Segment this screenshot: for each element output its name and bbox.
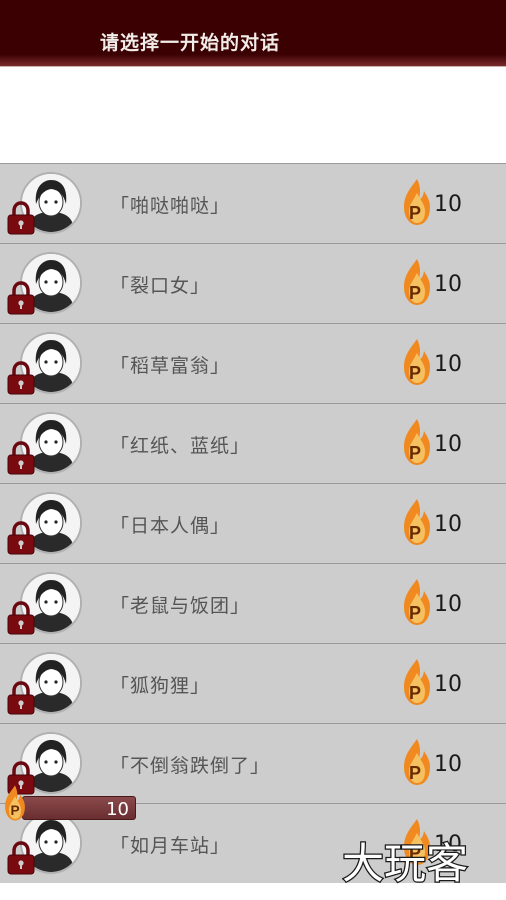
cost-value: 10 [434, 432, 462, 457]
cost-value: 10 [434, 272, 462, 297]
lock-icon [7, 361, 35, 395]
conversation-row[interactable]: 「裂口女」 P 10 [0, 243, 506, 323]
cost-value: 10 [434, 672, 462, 697]
lock-icon [7, 601, 35, 635]
points-balance: 10 P [0, 785, 136, 821]
conversation-title: 「不倒翁跌倒了」 [110, 755, 271, 777]
points-symbol: P [409, 443, 421, 463]
points-symbol: P [409, 363, 421, 383]
points-flame-icon: P [404, 739, 430, 785]
points-flame-icon: P [404, 499, 430, 545]
conversation-row[interactable]: 「老鼠与饭团」 P 10 [0, 563, 506, 643]
points-flame-icon: P [404, 419, 430, 465]
points-balance-bar: 10 [22, 796, 136, 820]
conversation-title: 「狐狗狸」 [110, 675, 211, 697]
watermark-logo: 大玩客 [342, 838, 469, 890]
conversation-row[interactable]: 「不倒翁跌倒了」 P 10 [0, 723, 506, 803]
conversation-title: 「老鼠与饭团」 [110, 595, 251, 617]
unlock-cost: P 10 [400, 657, 500, 707]
conversation-row[interactable]: 「啪哒啪哒」 P 10 [0, 163, 506, 243]
points-flame-icon: P [404, 259, 430, 305]
unlock-cost: P 10 [400, 257, 500, 307]
points-symbol: P [409, 283, 421, 303]
lock-icon [7, 521, 35, 555]
watermark-text: 大玩客 [342, 839, 468, 888]
cost-value: 10 [434, 592, 462, 617]
points-symbol: P [409, 523, 421, 543]
page-title: 请选择一开始的对话 [100, 32, 281, 54]
points-symbol: P [409, 683, 421, 703]
conversation-title: 「日本人偶」 [110, 515, 231, 537]
points-symbol: P [10, 803, 19, 818]
unlock-cost: P 10 [400, 737, 500, 787]
unlock-cost: P 10 [400, 417, 500, 467]
conversation-title: 「红纸、蓝纸」 [110, 435, 251, 457]
conversation-row[interactable]: 「红纸、蓝纸」 P 10 [0, 403, 506, 483]
points-symbol: P [409, 763, 421, 783]
conversation-title: 「啪哒啪哒」 [110, 195, 231, 217]
lock-icon [7, 841, 35, 875]
unlock-cost: P 10 [400, 177, 500, 227]
points-symbol: P [409, 203, 421, 223]
unlock-cost: P 10 [400, 577, 500, 627]
conversation-title: 「如月车站」 [110, 835, 231, 857]
points-balance-value: 10 [106, 799, 129, 820]
cost-value: 10 [434, 752, 462, 777]
conversation-row[interactable]: 「日本人偶」 P 10 [0, 483, 506, 563]
points-flame-icon: P [5, 785, 25, 821]
lock-icon [7, 201, 35, 235]
unlock-cost: P 10 [400, 497, 500, 547]
points-flame-icon: P [404, 179, 430, 225]
lock-icon [7, 681, 35, 715]
points-flame-icon: P [404, 659, 430, 705]
cost-value: 10 [434, 192, 462, 217]
conversation-title: 「稻草富翁」 [110, 355, 231, 377]
unlock-cost: P 10 [400, 337, 500, 387]
points-flame-icon: P [404, 579, 430, 625]
conversation-list: 「啪哒啪哒」 P 10 「裂口女」 P 10 「稻草富翁」 P 10 「红纸、蓝… [0, 163, 506, 883]
cost-value: 10 [434, 352, 462, 377]
conversation-title: 「裂口女」 [110, 275, 211, 297]
header-spacer [0, 67, 506, 163]
points-symbol: P [409, 603, 421, 623]
points-flame-icon: P [404, 339, 430, 385]
lock-icon [7, 441, 35, 475]
lock-icon [7, 281, 35, 315]
top-bar: 请选择一开始的对话 [0, 0, 506, 67]
conversation-row[interactable]: 「稻草富翁」 P 10 [0, 323, 506, 403]
cost-value: 10 [434, 512, 462, 537]
conversation-row[interactable]: 「狐狗狸」 P 10 [0, 643, 506, 723]
